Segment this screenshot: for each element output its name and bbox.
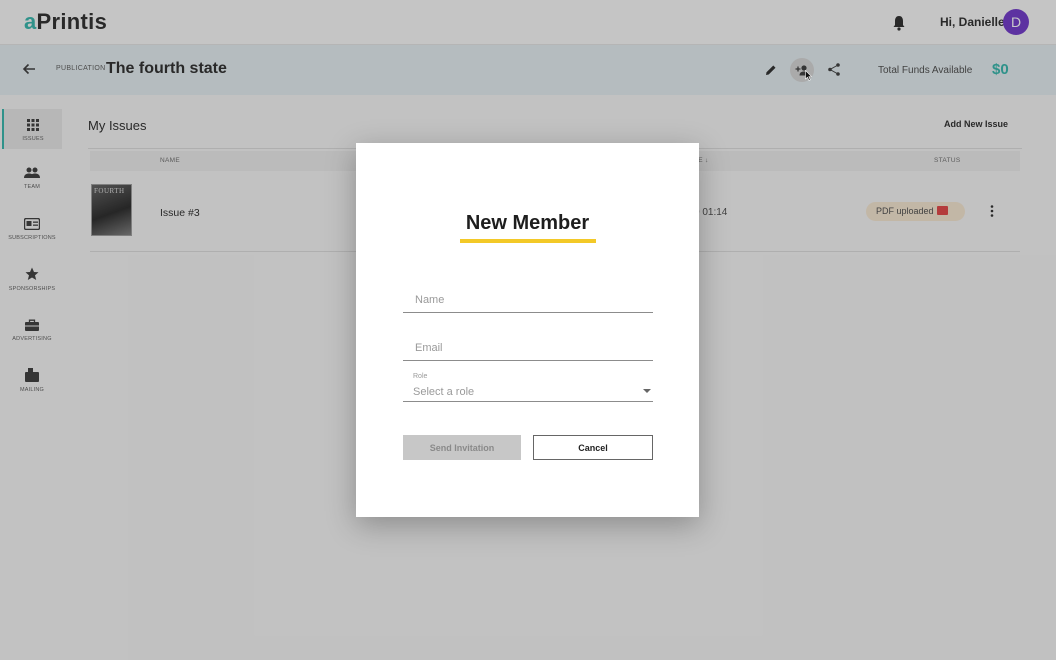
email-field [403, 338, 653, 361]
cancel-button[interactable]: Cancel [533, 435, 653, 460]
send-invitation-button[interactable]: Send Invitation [403, 435, 521, 460]
role-placeholder: Select a role [413, 386, 475, 398]
name-field [403, 290, 653, 313]
dialog-title: New Member [465, 212, 590, 234]
mouse-cursor-icon [805, 70, 812, 81]
dropdown-caret-icon [643, 389, 651, 393]
title-underline [460, 239, 596, 243]
role-select[interactable]: Select a role [403, 384, 653, 402]
role-label: Role [413, 373, 428, 380]
name-input[interactable] [403, 294, 653, 313]
email-input[interactable] [403, 342, 653, 361]
new-member-dialog: New Member Role Select a role Send Invit… [356, 143, 699, 517]
